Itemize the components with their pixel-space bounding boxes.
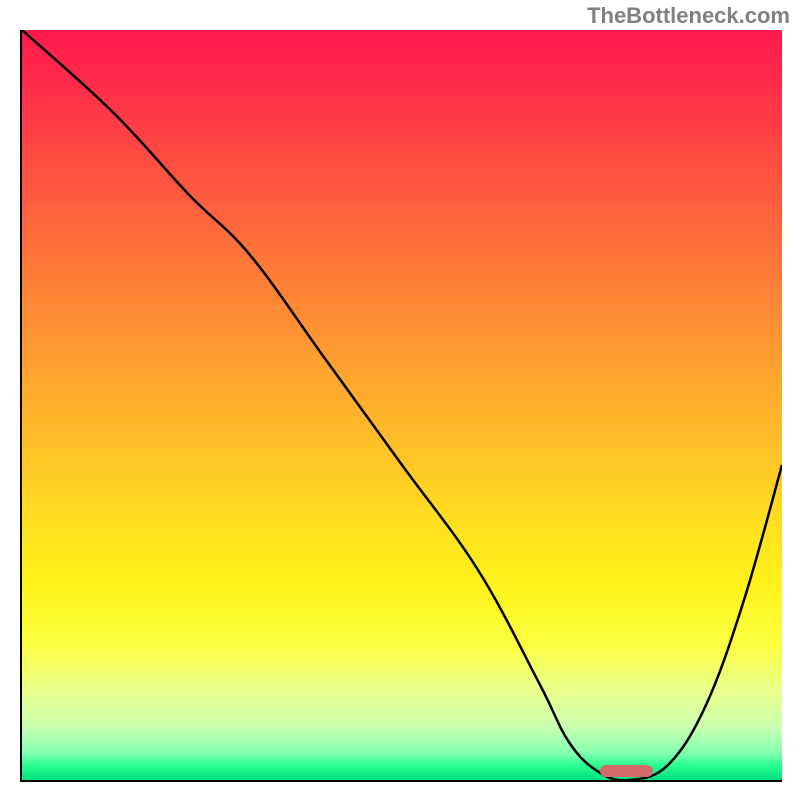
curve-layer [22,30,782,780]
watermark-text: TheBottleneck.com [587,3,790,29]
plot-area [20,30,782,782]
bottleneck-chart: TheBottleneck.com [0,0,800,800]
bottleneck-curve-path [22,30,782,780]
optimal-range-marker [600,765,653,777]
